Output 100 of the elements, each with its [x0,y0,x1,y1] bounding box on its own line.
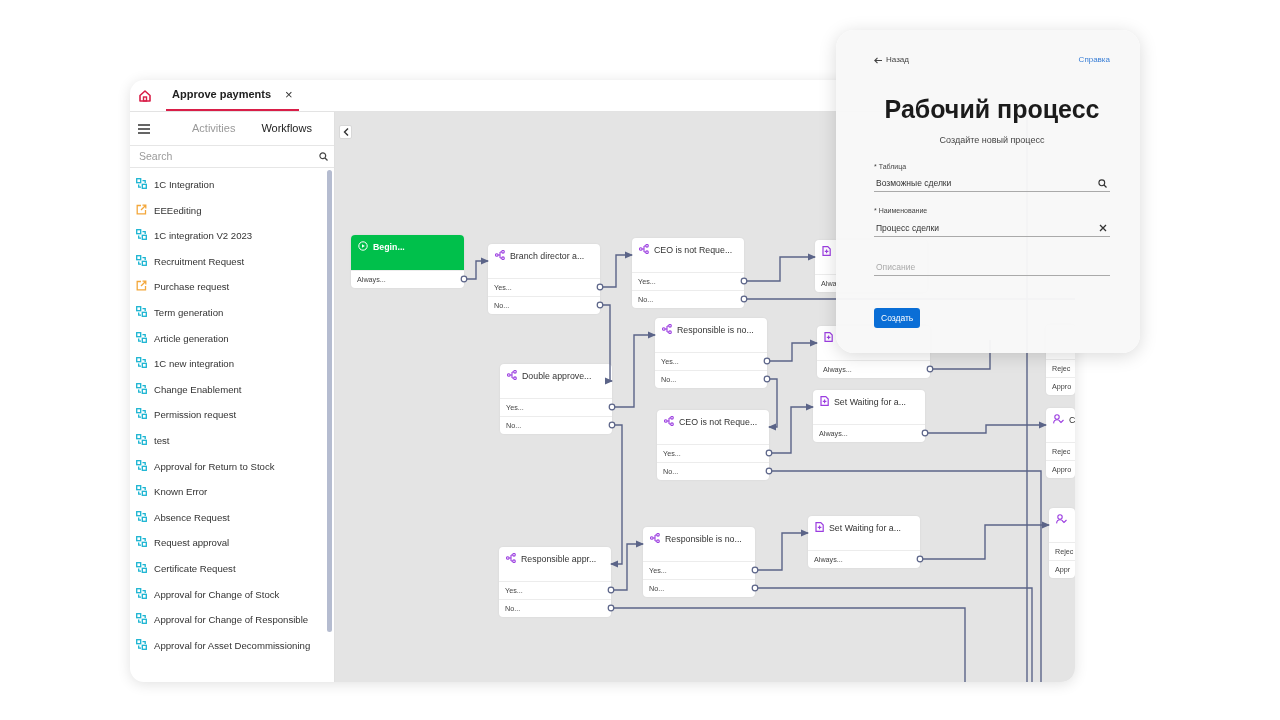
workflow-list-item[interactable]: Article generation [136,328,334,355]
port-handle[interactable] [765,449,773,457]
dialog-title: Рабочий процесс [883,94,1101,124]
scrollbar[interactable] [327,170,332,632]
clear-icon [1099,223,1107,232]
workflow-icon [136,459,147,471]
port-handle[interactable] [607,604,615,612]
node-title: Set Waiting for a... [834,396,907,409]
workflow-icon [136,382,147,394]
back-link[interactable]: Назад [874,54,909,66]
workflow-list-item[interactable]: Absence Request [136,507,334,534]
node-title: Set Waiting for a... [829,522,902,535]
node-title: Double approve... [522,370,592,383]
workflow-list-item[interactable]: Permission request [136,405,334,431]
close-icon[interactable]: × [285,88,293,101]
branch-icon [506,553,516,563]
node-title: C [1069,414,1075,427]
branch-icon [495,250,505,260]
document-icon [815,522,824,532]
document-tab[interactable]: Approve payments × [166,80,299,111]
port-handle[interactable] [608,421,616,429]
dialog-subtitle: Создайте новый процесс [938,134,1046,147]
port-handle[interactable] [740,277,748,285]
chevron-left-icon [342,128,349,136]
node-title: Branch director a... [510,250,585,263]
text-field[interactable]: Описание [874,258,1110,276]
collapse-button[interactable] [339,125,352,139]
workflow-list-item[interactable]: Recruitment Request [136,251,334,278]
port-handle[interactable] [460,275,468,283]
workflow-list-item[interactable]: Term generation [136,302,334,329]
workflow-list-item[interactable]: Purchase request [136,277,334,303]
workflow-icon [136,305,147,317]
text-field[interactable]: Процесс сделки [874,219,1110,237]
workflow-list-item[interactable]: Approval for Asset Decommissioning [136,635,334,662]
help-link[interactable]: Справка [1078,54,1110,66]
workflow-list-item[interactable]: 1C integration V2 2023 [136,226,334,252]
workflow-list-item[interactable]: Approval for Change of Responsible [136,610,334,636]
workflow-list-item[interactable]: Approval for Return to Stock [136,456,334,483]
sidebar-tab[interactable]: Workflows [253,120,320,137]
workflow-list-item[interactable]: 1C new integration [136,354,334,380]
play-icon [358,241,368,251]
text-field[interactable]: Возможные сделки [874,175,1110,192]
arrow-left-icon [874,56,882,64]
port-handle[interactable] [740,295,748,303]
workflow-list-item[interactable]: Known Error [136,482,334,508]
search-field[interactable]: Search [139,148,319,165]
user-check-icon [1056,514,1067,524]
port-handle[interactable] [608,403,616,411]
workflow-list-item[interactable]: Approval for Change of Stock [136,584,334,611]
node-title: CEO is not Reque... [679,416,758,429]
workflow-icon [136,587,147,599]
workflow-icon [136,408,147,420]
user-check-icon [1053,414,1064,424]
port-handle[interactable] [607,586,615,594]
search-icon [319,152,328,161]
workflow-icon [136,331,147,343]
port-handle[interactable] [765,467,773,475]
port-handle[interactable] [763,357,771,365]
workflow-list-item[interactable]: Certificate Request [136,558,334,585]
port-handle[interactable] [916,555,924,563]
create-button[interactable]: Создать [874,307,921,329]
external-link-icon [136,280,147,292]
document-icon [822,246,831,256]
workflow-icon [136,485,147,497]
port-handle[interactable] [751,566,759,574]
workflow-icon [136,357,147,369]
port-handle[interactable] [921,429,929,437]
workflow-icon [136,254,147,266]
branch-icon [664,416,674,426]
node-title: Begin... [373,241,405,254]
node-title: Responsible appr... [521,553,597,566]
workflow-icon [136,561,147,573]
workflow-list-item[interactable]: test [136,430,334,457]
document-icon [820,396,829,406]
workflow-list-item[interactable]: Request approval [136,533,334,559]
workflow-icon [136,638,147,650]
port-handle[interactable] [596,283,604,291]
menu-icon [138,123,150,134]
port-handle[interactable] [926,365,934,373]
workflow-icon [136,433,147,445]
document-icon [824,332,833,342]
workflow-icon [136,510,147,522]
branch-icon [639,244,649,254]
search-icon [1098,179,1107,188]
workflow-icon [136,229,147,241]
branch-icon [507,370,517,380]
branch-icon [650,533,660,543]
port-handle[interactable] [596,301,604,309]
workflow-list-item[interactable]: 1C Integration [136,175,334,201]
home-icon [138,88,152,103]
node-title: CEO is not Reque... [654,244,733,257]
external-link-icon [136,203,147,215]
workflow-icon [136,613,147,625]
workflow-icon [136,536,147,548]
port-handle[interactable] [751,584,759,592]
workflow-list-item[interactable]: EEEediting [136,200,334,227]
workflow-icon [136,178,147,189]
workflow-list-item[interactable]: Change Enablement [136,379,334,406]
branch-icon [662,324,672,334]
port-handle[interactable] [763,375,771,383]
